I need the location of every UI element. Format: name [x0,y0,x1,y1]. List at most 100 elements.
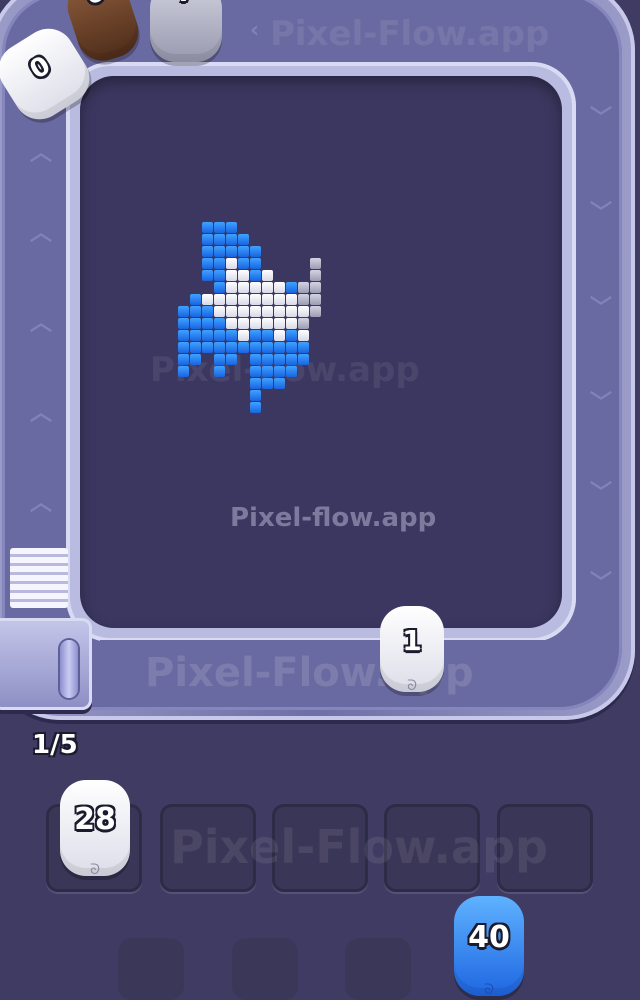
chevron-down-icon: ﹀ [590,296,613,321]
chevron-down-icon: ﹀ [590,571,613,596]
pixel-block [178,306,189,317]
pixel-block [214,294,225,305]
pixel-block [250,390,261,401]
pixel-block [250,354,261,365]
pixel-block [286,306,297,317]
pixel-block [178,366,189,377]
pixel-block [238,258,249,269]
pixel-block [226,246,237,257]
pixel-block [262,294,273,305]
pixel-block [262,330,273,341]
pixel-block [202,318,213,329]
pixel-block [298,342,309,353]
pixel-block [250,378,261,389]
pixel-block [250,342,261,353]
pixel-block [310,270,321,281]
pixel-block [226,234,237,245]
feeder-slot [60,640,78,698]
pixel-block [202,306,213,317]
pixel-block [178,354,189,365]
hidden-slot [118,938,184,1000]
chevron-down-icon: ﹀ [590,106,613,131]
pixel-block [178,342,189,353]
pixel-block [214,234,225,245]
pixel-block [250,294,261,305]
hidden-slot [345,938,411,1000]
pixel-block [262,306,273,317]
pixel-block [202,330,213,341]
pig-grey[interactable]: 7 [150,0,222,62]
chevron-left-icon: ‹ [250,18,260,43]
pixel-block [250,258,261,269]
pixel-block [238,318,249,329]
pixel-block [274,378,285,389]
pixel-block [250,246,261,257]
pixel-block [226,342,237,353]
pixel-block [274,342,285,353]
pixel-block [202,246,213,257]
pixel-block [226,222,237,233]
pixel-block [274,294,285,305]
pixel-block [226,318,237,329]
pixel-block [262,282,273,293]
pixel-block [226,294,237,305]
pixel-block [178,318,189,329]
pig-count: 1 [402,624,422,657]
tail-icon: ᘐ [407,678,417,694]
pixel-block [238,330,249,341]
pixel-block [310,258,321,269]
pixel-block [262,318,273,329]
pig-count: 40 [468,920,510,955]
pixel-block [250,402,261,413]
pixel-block [286,366,297,377]
pixel-block [286,282,297,293]
chevron-down-icon: ﹀ [590,391,613,416]
pixel-block [286,294,297,305]
pixel-block [238,294,249,305]
pixel-block [250,270,261,281]
conveyor-capacity-counter: 1/5 [32,730,78,760]
pixel-block [226,270,237,281]
pixel-block [274,354,285,365]
pixel-block [190,354,201,365]
pig-white[interactable]: 1 ᘐ [380,606,444,694]
pixel-block [310,282,321,293]
pixel-block [226,282,237,293]
chevron-down-icon: ﹀ [590,481,613,506]
pixel-block [274,318,285,329]
pixel-block [190,294,201,305]
pixel-block [274,330,285,341]
queue-pig-blue[interactable]: 40 ᘐ [454,896,524,998]
tail-icon: ᘐ [90,862,100,878]
pixel-block [310,306,321,317]
pixel-block [262,354,273,365]
pixel-block [214,342,225,353]
chevron-down-icon: ﹀ [590,201,613,226]
pixel-block [238,306,249,317]
pixel-block [214,222,225,233]
pixel-block [310,294,321,305]
watermark-track-top: Pixel-Flow.app [270,14,550,54]
pixel-block [214,330,225,341]
chevron-up-icon: ︿ [30,401,53,426]
pixel-block [298,282,309,293]
pixel-block [262,270,273,281]
pixel-block [274,282,285,293]
pixel-block [214,306,225,317]
pixel-block [298,330,309,341]
pixel-block [286,354,297,365]
tail-icon: ᘐ [484,982,494,998]
pixel-block [226,330,237,341]
pixel-block [250,306,261,317]
queue-pig-white[interactable]: 28 ᘐ [60,780,130,878]
pixel-block [214,366,225,377]
pixel-block [214,282,225,293]
pixel-block [226,258,237,269]
pixel-block [202,234,213,245]
pixel-block [202,258,213,269]
chevron-up-icon: ︿ [30,221,53,246]
pig-count: 0 [61,0,129,18]
chevron-up-icon: ︿ [30,491,53,516]
pig-count: 28 [74,802,116,837]
pixel-block [238,234,249,245]
